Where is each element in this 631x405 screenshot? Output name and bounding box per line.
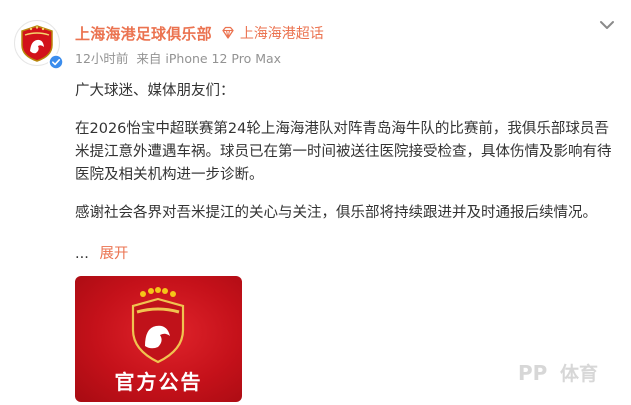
verified-badge-icon: [48, 54, 64, 70]
chevron-down-icon[interactable]: [598, 18, 616, 32]
super-topic-tag[interactable]: 上海海港超话: [220, 23, 324, 43]
weibo-post-card: 上海海港足球俱乐部 上海海港超话 12小时前 来自 iPhone 12 Pro …: [0, 0, 631, 405]
author-name[interactable]: 上海海港足球俱乐部: [75, 23, 212, 44]
watermark-text: 体育: [560, 362, 599, 385]
expand-row: ... 展开: [75, 244, 128, 264]
post-paragraph: 感谢社会各界对吾米提江的关心与关注，俱乐部将持续跟进并及时通报后续情况。: [75, 205, 597, 221]
watermark: PP 体育: [516, 358, 598, 386]
ellipsis-text: ...: [75, 246, 89, 262]
image-caption: 官方公告: [114, 370, 203, 394]
expand-link[interactable]: 展开: [99, 246, 128, 262]
post-image[interactable]: 官方公告: [75, 276, 242, 402]
post-meta: 12小时前 来自 iPhone 12 Pro Max: [75, 48, 281, 66]
post-paragraph: 广大球迷、媒体朋友们：: [75, 83, 235, 99]
super-topic-label: 上海海港超话: [239, 26, 324, 42]
super-topic-diamond-icon: [222, 26, 234, 39]
post-source: 来自 iPhone 12 Pro Max: [136, 50, 282, 66]
club-crest-icon: [131, 287, 185, 364]
post-paragraph: 在2026怡宝中超联赛第24轮上海海港队对阵青岛海牛队的比赛前，我俱乐部球员吾米…: [75, 121, 612, 183]
svg-text:PP: PP: [518, 361, 547, 384]
pp-sports-logo-icon: PP: [518, 361, 547, 384]
post-time[interactable]: 12小时前: [75, 48, 128, 67]
post-header: 上海海港足球俱乐部 上海海港超话: [75, 22, 324, 44]
post-text: 广大球迷、媒体朋友们： 在2026怡宝中超联赛第24轮上海海港队对阵青岛海牛队的…: [75, 80, 620, 225]
